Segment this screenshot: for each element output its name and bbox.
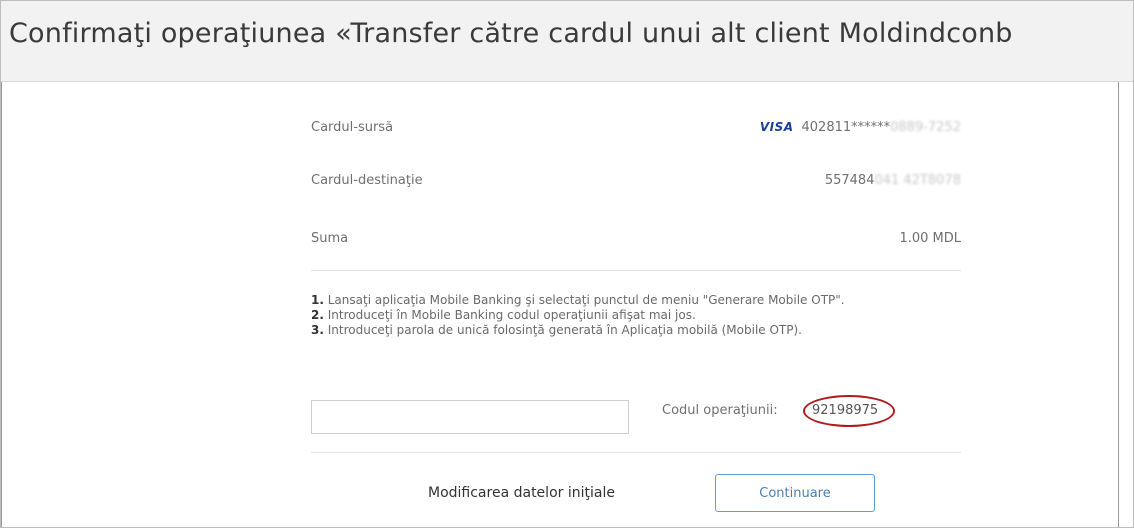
- page-title: Confirmaţi operaţiunea «Transfer către c…: [9, 18, 1013, 49]
- visa-logo-icon: VISA: [759, 120, 794, 134]
- amount-value: 1.00 MDL: [899, 231, 961, 246]
- divider: [311, 270, 961, 271]
- panel-border: [1118, 82, 1119, 527]
- destination-card-number: 557484: [824, 173, 875, 188]
- destination-card-label: Cardul-destinaţie: [311, 173, 423, 188]
- source-card-value: VISA 402811******0889-7252: [760, 120, 961, 135]
- source-card-number: 402811******: [801, 120, 891, 135]
- confirmation-window: Confirmaţi operaţiunea «Transfer către c…: [0, 0, 1134, 528]
- destination-card-value: 557484041 42T8078: [825, 173, 961, 188]
- operation-code-highlight: [803, 395, 895, 427]
- destination-card-number-masked: 041 42T8078: [874, 173, 961, 188]
- divider: [311, 452, 961, 453]
- source-card-label: Cardul-sursă: [311, 120, 394, 135]
- otp-password-input[interactable]: [311, 400, 629, 434]
- page-header: Confirmaţi operaţiunea «Transfer către c…: [1, 1, 1133, 82]
- otp-instructions: 1. Lansaţi aplicaţia Mobile Banking şi s…: [311, 293, 961, 338]
- instruction-step-3: 3. Introduceţi parola de unică folosinţă…: [311, 323, 802, 337]
- instruction-step-2: 2. Introduceţi în Mobile Banking codul o…: [311, 308, 696, 322]
- operation-code-label: Codul operaţiunii:: [662, 403, 778, 418]
- continue-button[interactable]: Continuare: [715, 474, 875, 512]
- amount-label: Suma: [311, 231, 349, 246]
- source-card-number-masked: 0889-7252: [890, 120, 961, 135]
- instruction-step-1: 1. Lansaţi aplicaţia Mobile Banking şi s…: [311, 293, 845, 307]
- modify-initial-data-link[interactable]: Modificarea datelor iniţiale: [428, 485, 615, 501]
